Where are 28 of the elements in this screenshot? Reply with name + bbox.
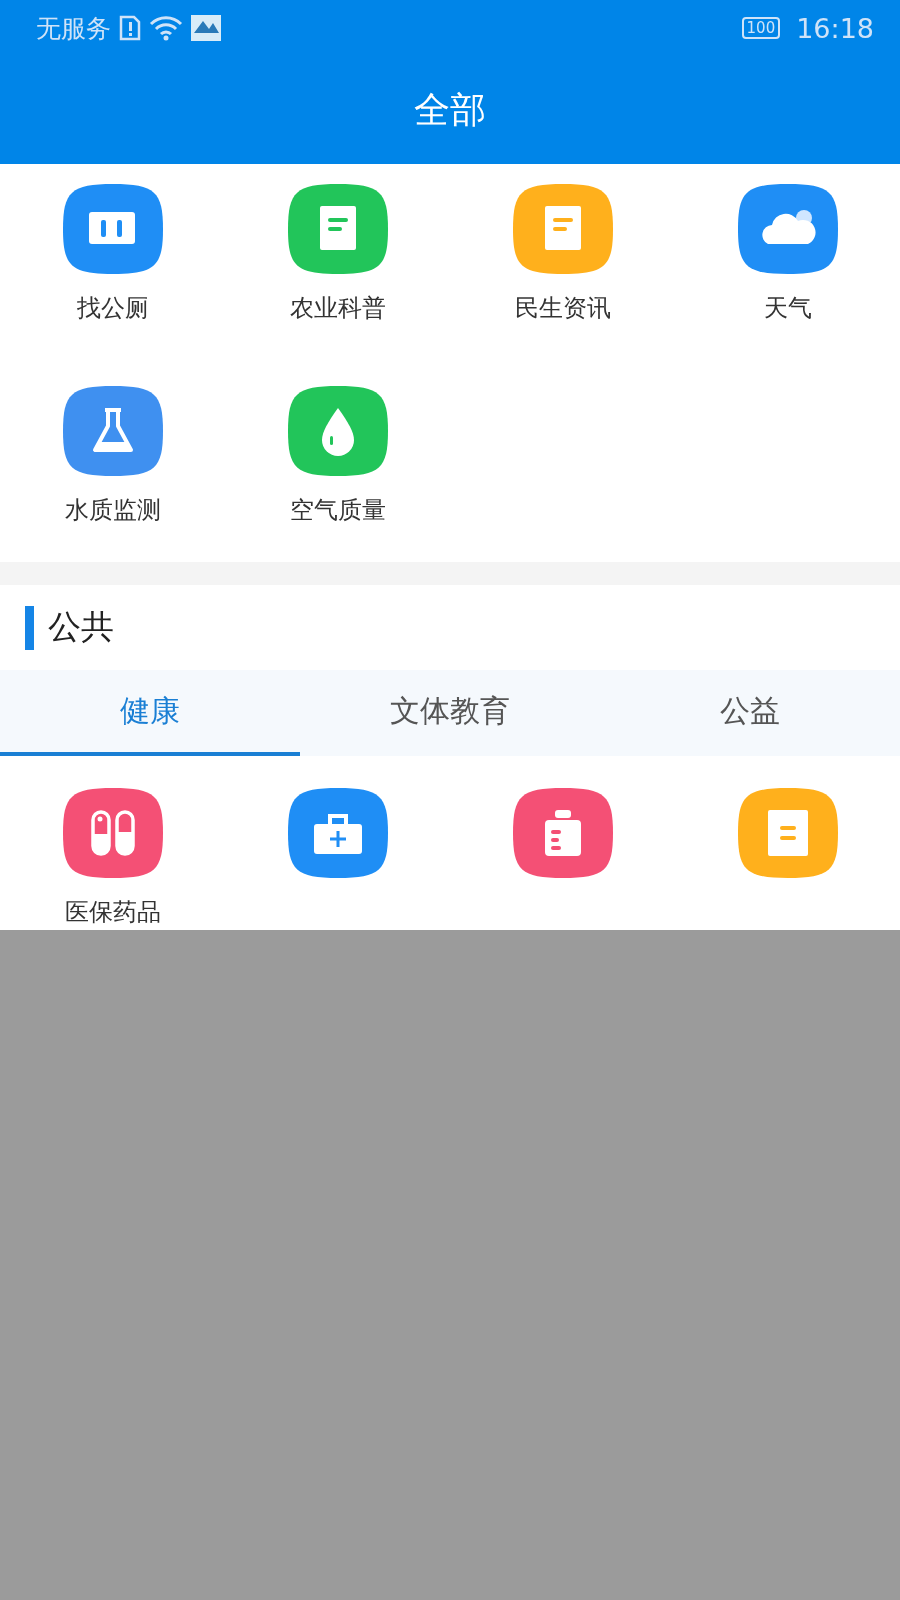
app-label[interactable]: 水质监测	[64, 494, 161, 526]
carrier-text: 无服务	[36, 12, 111, 45]
category-tab[interactable]: 健康	[0, 670, 300, 756]
app-label[interactable]: 医保药品	[64, 896, 161, 928]
flask-icon[interactable]	[62, 386, 163, 476]
medical-kit-icon[interactable]	[287, 788, 388, 878]
cloud-icon[interactable]	[737, 184, 838, 274]
memo-icon[interactable]	[737, 788, 838, 878]
sim-alert-icon	[119, 15, 141, 41]
jar-icon[interactable]	[512, 788, 613, 878]
battery-icon: 100	[741, 17, 781, 39]
app-label[interactable]: 找公厕	[76, 292, 149, 324]
app-label[interactable]: 民生资讯	[514, 292, 611, 324]
pills-icon[interactable]	[62, 788, 163, 878]
category-tab[interactable]: 文体教育	[300, 670, 600, 756]
section-title: 公共	[48, 606, 114, 648]
app-label[interactable]: 天气	[763, 292, 812, 324]
wifi-icon	[149, 15, 183, 41]
drop-icon[interactable]	[287, 386, 388, 476]
app-label[interactable]: 空气质量	[289, 494, 386, 526]
building-icon[interactable]	[62, 184, 163, 274]
app-label[interactable]: 农业科普	[289, 292, 386, 324]
category-tab[interactable]: 公益	[600, 670, 900, 756]
document-icon[interactable]	[512, 184, 613, 274]
page-title: 全部	[413, 87, 487, 132]
section-marker	[25, 605, 34, 650]
document-icon[interactable]	[287, 184, 388, 274]
clock-text: 16:18	[796, 12, 874, 44]
